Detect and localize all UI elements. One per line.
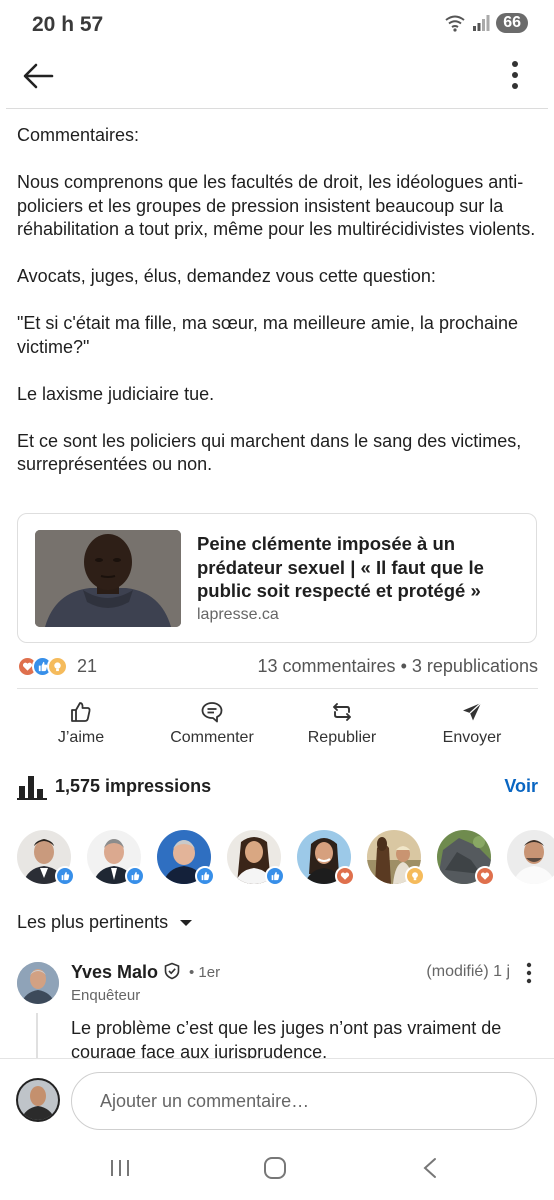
- impressions-row: 1,575 impressions Voir: [17, 772, 538, 802]
- home-icon[interactable]: [262, 1156, 288, 1180]
- back-button[interactable]: [20, 58, 56, 94]
- post-action-bar: J’aime Commenter Republier Envoyer: [0, 698, 554, 754]
- comment-input-placeholder: Ajouter un commentaire…: [100, 1090, 310, 1111]
- arrow-left-icon: [23, 63, 54, 89]
- repost-icon: [333, 703, 351, 721]
- love-badge-icon: [475, 866, 495, 886]
- support-badge-icon: [405, 866, 425, 886]
- more-options-button[interactable]: [500, 58, 530, 94]
- connection-degree: • 1er: [189, 964, 221, 981]
- reactor-avatar[interactable]: [367, 830, 425, 886]
- like-badge-icon: [195, 866, 215, 886]
- reactors-avatars: [17, 830, 554, 890]
- post-paragraph: Commentaires:: [17, 125, 140, 145]
- comment-more-icon[interactable]: [524, 962, 534, 984]
- reactor-avatar[interactable]: [17, 830, 75, 886]
- insightful-reaction-icon: [47, 656, 68, 677]
- article-title: Peine clémente imposée à un prédateur se…: [197, 533, 484, 601]
- reactions-count[interactable]: 21: [77, 656, 97, 677]
- reactions-summary[interactable]: [17, 656, 68, 677]
- battery-indicator: 66: [496, 13, 528, 33]
- signal-icon: [473, 15, 490, 31]
- send-label: Envoyer: [442, 729, 502, 746]
- comments-sort-dropdown[interactable]: Les plus pertinents: [17, 912, 193, 933]
- comment-timestamp: (modifié) 1 j: [426, 963, 510, 980]
- thumbs-up-icon: [71, 702, 91, 722]
- like-label: J’aime: [57, 729, 105, 746]
- status-time: 20 h 57: [32, 13, 104, 36]
- link-preview-card[interactable]: Peine clémente imposée à un prédateur se…: [17, 513, 537, 643]
- comment-label: Commenter: [170, 729, 254, 746]
- comment-thread-line: [36, 1013, 38, 1059]
- comment-composer: Ajouter un commentaire…: [0, 1058, 554, 1142]
- post-body: Commentaires: Nous comprenons que les fa…: [17, 124, 539, 477]
- article-source: lapresse.ca: [197, 606, 279, 623]
- reactor-avatar[interactable]: [157, 830, 215, 886]
- send-button[interactable]: Envoyer: [412, 698, 532, 747]
- post-paragraph: "Et si c'était ma fille, ma sœur, ma mei…: [17, 313, 519, 357]
- top-app-bar: [0, 50, 554, 108]
- social-counts: 21 13 commentaires • 3 republications: [17, 654, 538, 680]
- repost-button[interactable]: Republier: [282, 698, 402, 747]
- reactor-avatar[interactable]: [437, 830, 495, 886]
- send-icon: [463, 702, 482, 721]
- comments-count[interactable]: 13 commentaires: [258, 656, 396, 676]
- status-bar: 20 h 57 66: [0, 0, 554, 50]
- commenter-avatar[interactable]: [17, 962, 59, 1004]
- commenter-name[interactable]: Yves Malo: [71, 962, 181, 983]
- like-badge-icon: [265, 866, 285, 886]
- reactor-avatar[interactable]: [507, 830, 554, 884]
- reactor-avatar[interactable]: [227, 830, 285, 886]
- caret-down-icon: [180, 920, 193, 927]
- like-button[interactable]: J’aime: [21, 698, 141, 747]
- recent-apps-icon[interactable]: [108, 1156, 132, 1180]
- comment-text: Le problème c’est que les juges n’ont pa…: [71, 1018, 502, 1062]
- post-paragraph: Nous comprenons que les facultés de droi…: [17, 172, 536, 239]
- impressions-count: 1,575 impressions: [55, 776, 212, 796]
- reposts-count[interactable]: 3 republications: [412, 656, 538, 676]
- bar-chart-icon: [17, 776, 47, 800]
- view-impressions-link[interactable]: Voir: [504, 776, 538, 797]
- reactor-avatar[interactable]: [297, 830, 355, 886]
- stats-divider: [17, 688, 538, 689]
- repost-label: Republier: [307, 729, 377, 746]
- reactor-avatar[interactable]: [87, 830, 145, 886]
- top-divider: [6, 108, 548, 109]
- like-badge-icon: [55, 866, 75, 886]
- love-badge-icon: [335, 866, 355, 886]
- sort-label: Les plus pertinents: [17, 912, 169, 932]
- status-icons: 66: [444, 13, 528, 33]
- comment-input[interactable]: Ajouter un commentaire…: [71, 1072, 537, 1130]
- article-thumbnail: [35, 530, 181, 627]
- stats-separator: •: [400, 656, 407, 676]
- post-paragraph: Avocats, juges, élus, demandez vous cett…: [17, 266, 436, 286]
- system-back-icon[interactable]: [420, 1156, 440, 1180]
- verified-shield-icon: [164, 962, 180, 980]
- commenter-headline: Enquêteur: [71, 987, 141, 1004]
- current-user-avatar: [16, 1078, 60, 1122]
- comment-icon: [201, 702, 223, 723]
- comment-button[interactable]: Commenter: [152, 698, 272, 747]
- post-paragraph: Le laxisme judiciaire tue.: [17, 383, 215, 404]
- post-paragraph: Et ce sont les policiers qui marchent da…: [17, 430, 522, 475]
- system-nav-bar: [0, 1142, 554, 1200]
- more-vertical-icon: [512, 61, 518, 89]
- like-badge-icon: [125, 866, 145, 886]
- wifi-icon: [445, 15, 465, 32]
